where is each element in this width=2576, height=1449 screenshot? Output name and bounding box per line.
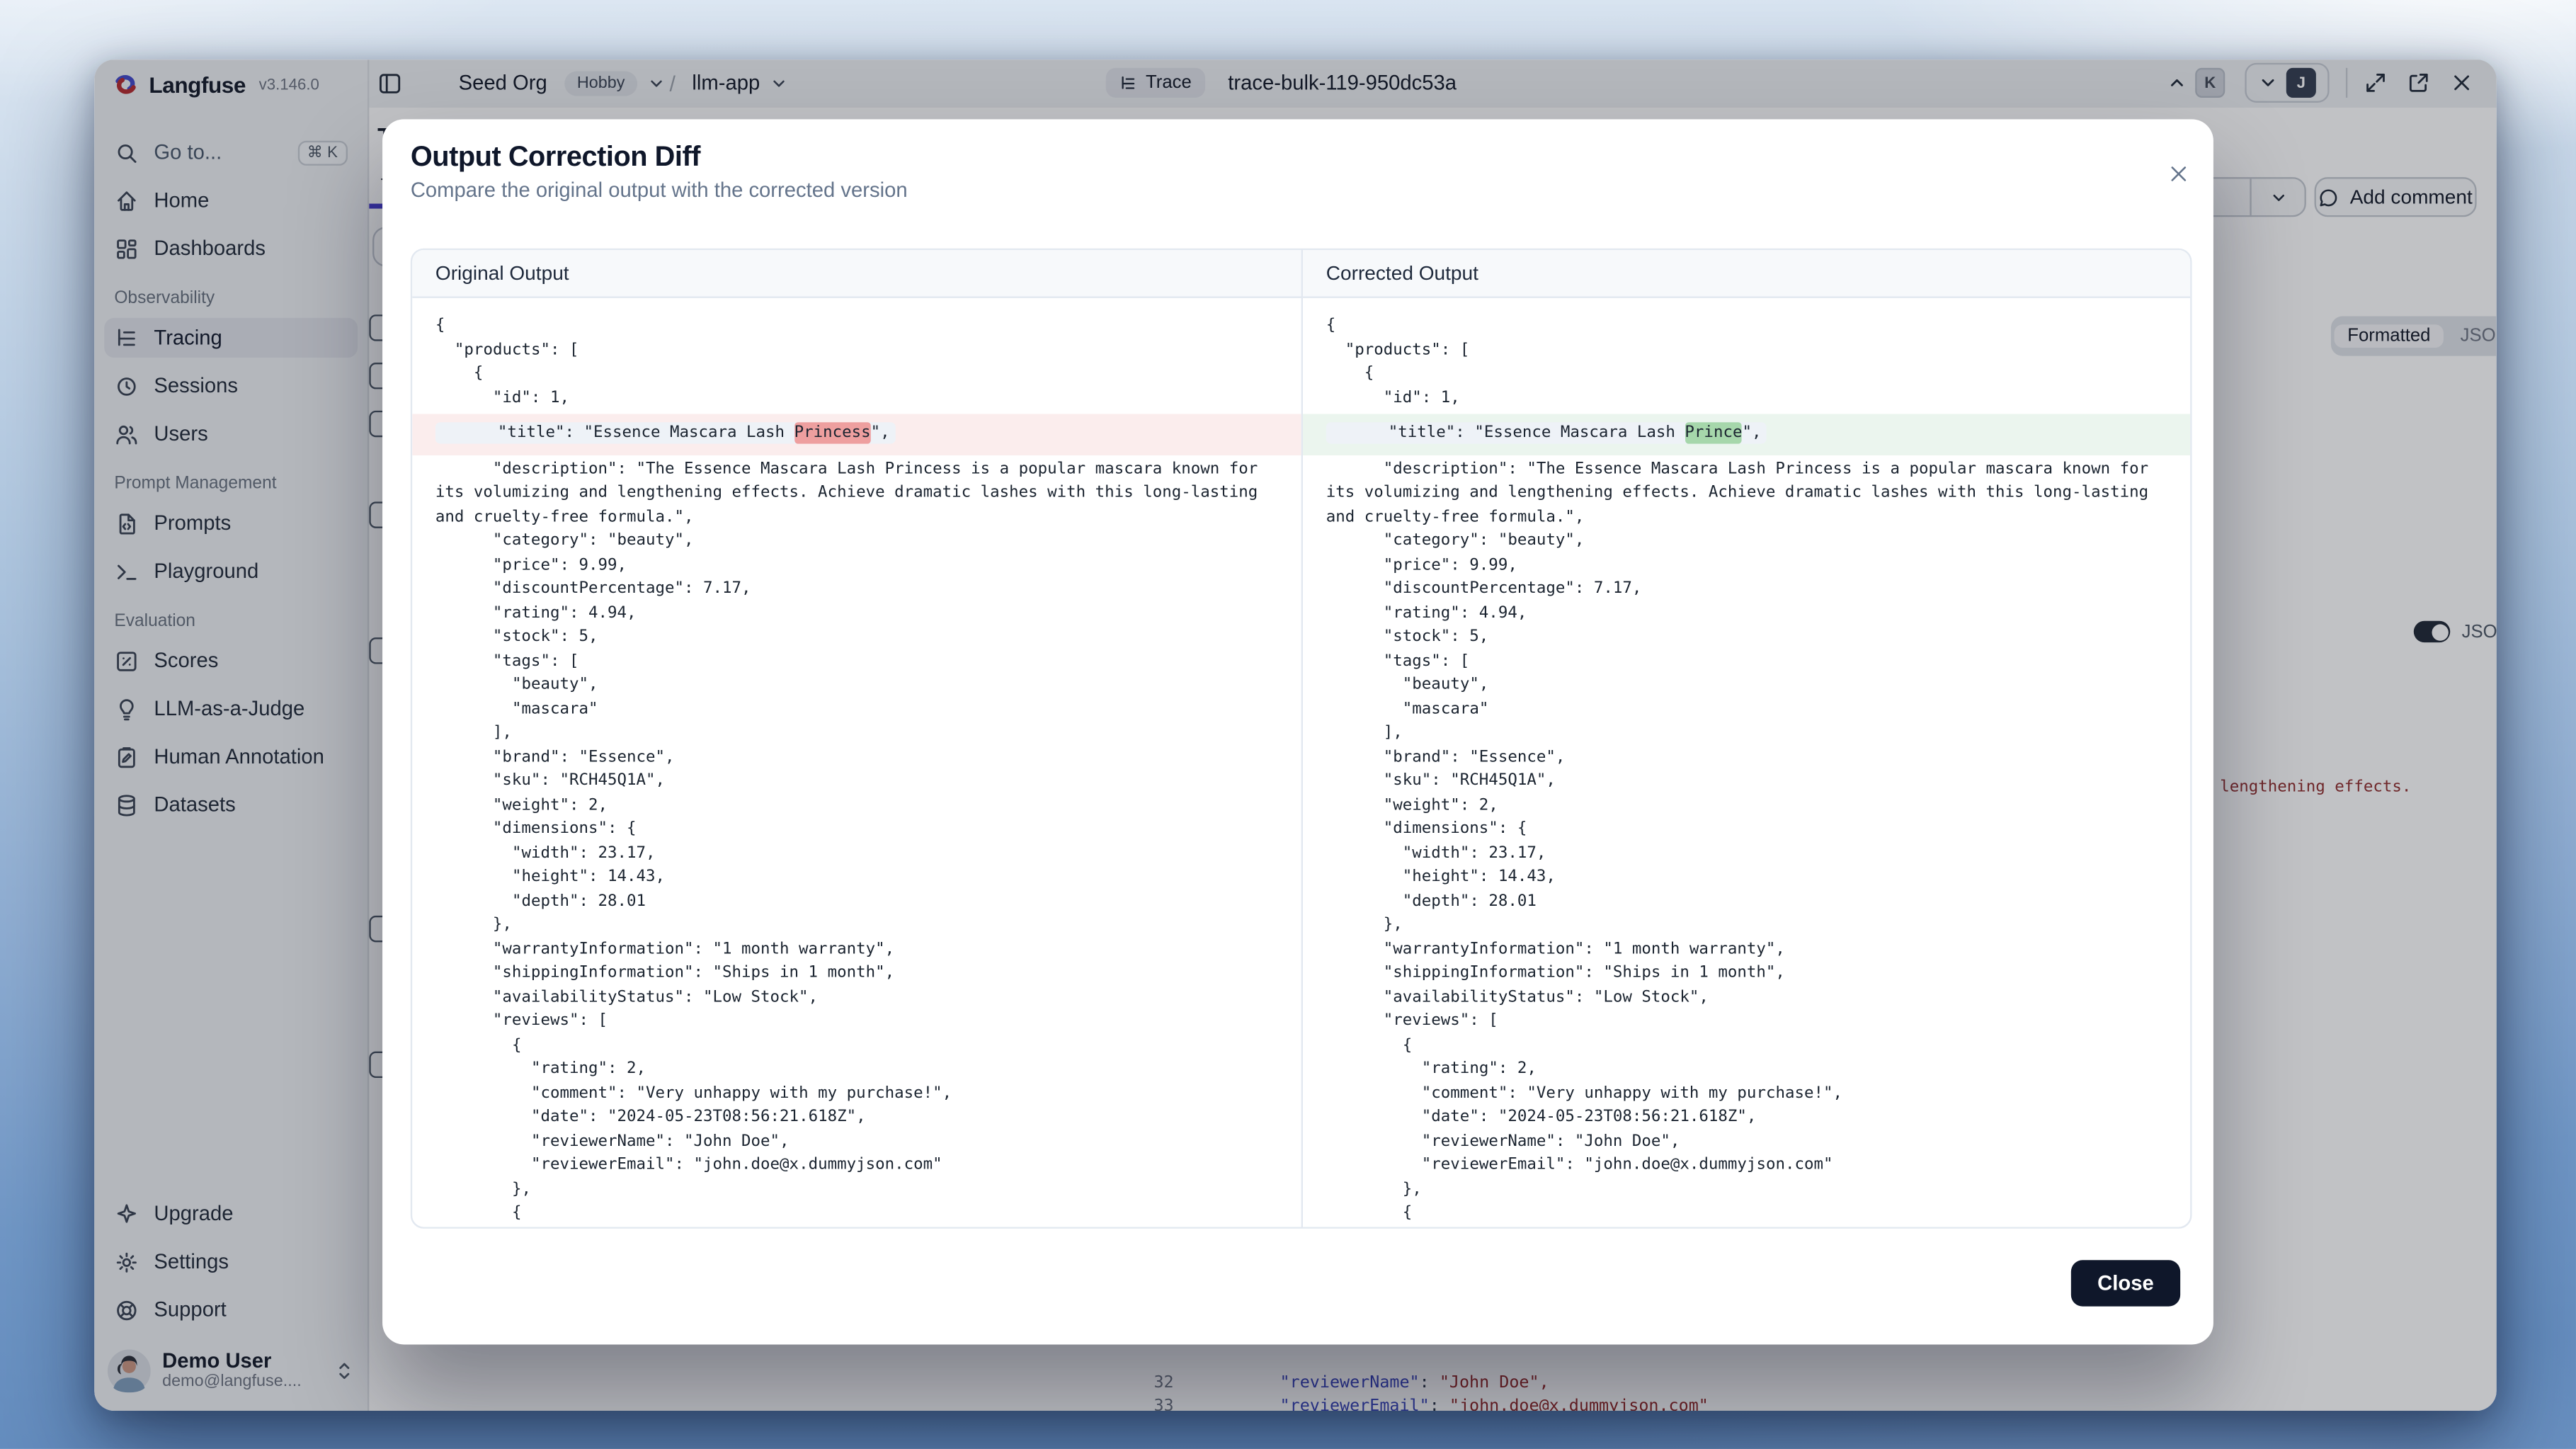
json-line: "width": 23.17, [1326,842,2167,866]
diff-word-added: Prince [1685,422,1742,443]
json-line: "stock": 5, [1326,626,2167,650]
json-line: "reviewerEmail": "john.doe@x.dummyjson.c… [1326,1154,2167,1178]
json-line: "sku": "RCH45Q1A", [1326,770,2167,794]
json-line: { [1326,1034,2167,1058]
diff-line-removed: "title": "Essence Mascara Lash Princess"… [412,414,1301,455]
json-line: "dimensions": { [435,818,1278,842]
diff-container: Original Output Corrected Output { "prod… [411,249,2192,1229]
json-line: "dimensions": { [1326,818,2167,842]
json-line: "tags": [ [1326,650,2167,674]
json-line: "mascara" [435,698,1278,722]
json-line: "rating": 2, [1326,1058,2167,1082]
json-line: "shippingInformation": "Ships in 1 month… [435,962,1278,986]
modal-title: Output Correction Diff [411,141,700,174]
json-line: "products": [ [1326,339,2167,363]
json-line: "price": 9.99, [1326,554,2167,578]
json-line: { [1326,1202,2167,1226]
json-line: "rating": 4.94, [1326,602,2167,626]
json-line: "rating": 4.94, [435,602,1278,626]
json-line: { [435,1202,1278,1226]
json-line: "id": 1, [1326,387,2167,411]
json-line: "shippingInformation": "Ships in 1 month… [1326,962,2167,986]
desktop-background: Langfuse v3.146.0 Go to... ⌘ K HomeDashb… [0,0,2576,1449]
json-line: "reviews": [ [1326,1010,2167,1034]
json-line: "availabilityStatus": "Low Stock", [1326,986,2167,1010]
json-line: "discountPercentage": 7.17, [435,578,1278,602]
original-output-panel[interactable]: { "products": [ { "id": 1, "title": "Ess… [412,298,1301,1227]
diff-line-added: "title": "Essence Mascara Lash Prince", [1303,414,2190,455]
json-line: "discountPercentage": 7.17, [1326,578,2167,602]
json-line: "reviewerName": "John Doe", [435,1130,1278,1154]
json-line: "tags": [ [435,650,1278,674]
json-line: { [435,363,1278,387]
modal-subtitle: Compare the original output with the cor… [411,179,908,203]
json-line: "beauty", [1326,674,2167,698]
json-line: "comment": "Very unhappy with my purchas… [435,1082,1278,1106]
json-line: "description": "The Essence Mascara Lash… [1326,458,2167,530]
json-line: "sku": "RCH45Q1A", [435,770,1278,794]
json-line: { [435,1034,1278,1058]
json-line: "category": "beauty", [1326,530,2167,554]
json-line: "reviews": [ [435,1010,1278,1034]
json-line: "beauty", [435,674,1278,698]
json-line: "mascara" [1326,698,2167,722]
json-line: "availabilityStatus": "Low Stock", [435,986,1278,1010]
diff-word-removed: Princess [794,422,871,443]
app-window: Langfuse v3.146.0 Go to... ⌘ K HomeDashb… [94,59,2496,1411]
json-line: { [1326,314,2167,339]
json-line: }, [1326,914,2167,938]
json-line: "height": 14.43, [1326,866,2167,890]
json-line: "reviewerName": "John Doe", [1326,1130,2167,1154]
json-line: "weight": 2, [1326,794,2167,818]
json-line: { [435,314,1278,339]
json-line: "comment": "Very unhappy with my purchas… [1326,1082,2167,1106]
json-line: "rating": 2, [435,1226,1278,1227]
json-line: "category": "beauty", [435,530,1278,554]
json-line: "price": 9.99, [435,554,1278,578]
json-line: "height": 14.43, [435,866,1278,890]
json-line: "id": 1, [435,387,1278,411]
json-line: }, [435,914,1278,938]
json-line: "warrantyInformation": "1 month warranty… [435,938,1278,962]
json-line: "warrantyInformation": "1 month warranty… [1326,938,2167,962]
close-icon[interactable] [2167,162,2190,186]
json-line: "rating": 2, [435,1058,1278,1082]
json-line: "date": "2024-05-23T08:56:21.618Z", [1326,1106,2167,1130]
json-line: ], [1326,722,2167,746]
json-line: "stock": 5, [435,626,1278,650]
json-line: "depth": 28.01 [1326,890,2167,914]
json-line: "depth": 28.01 [435,890,1278,914]
json-line: "brand": "Essence", [1326,746,2167,770]
corrected-output-panel[interactable]: { "products": [ { "id": 1, "title": "Ess… [1301,298,2191,1227]
output-correction-diff-modal: Output Correction Diff Compare the origi… [382,119,2213,1344]
json-line: }, [435,1178,1278,1202]
json-line: "width": 23.17, [435,842,1278,866]
json-line: ], [435,722,1278,746]
json-line: "brand": "Essence", [435,746,1278,770]
original-output-header: Original Output [412,250,1301,296]
json-line: "reviewerEmail": "john.doe@x.dummyjson.c… [435,1154,1278,1178]
close-button[interactable]: Close [2071,1260,2180,1306]
json-line: "products": [ [435,339,1278,363]
json-line: "rating": 2, [1326,1226,2167,1227]
corrected-output-header: Corrected Output [1301,250,2191,296]
json-line: }, [1326,1178,2167,1202]
json-line: "date": "2024-05-23T08:56:21.618Z", [435,1106,1278,1130]
json-line: "weight": 2, [435,794,1278,818]
json-line: { [1326,363,2167,387]
json-line: "description": "The Essence Mascara Lash… [435,458,1278,530]
